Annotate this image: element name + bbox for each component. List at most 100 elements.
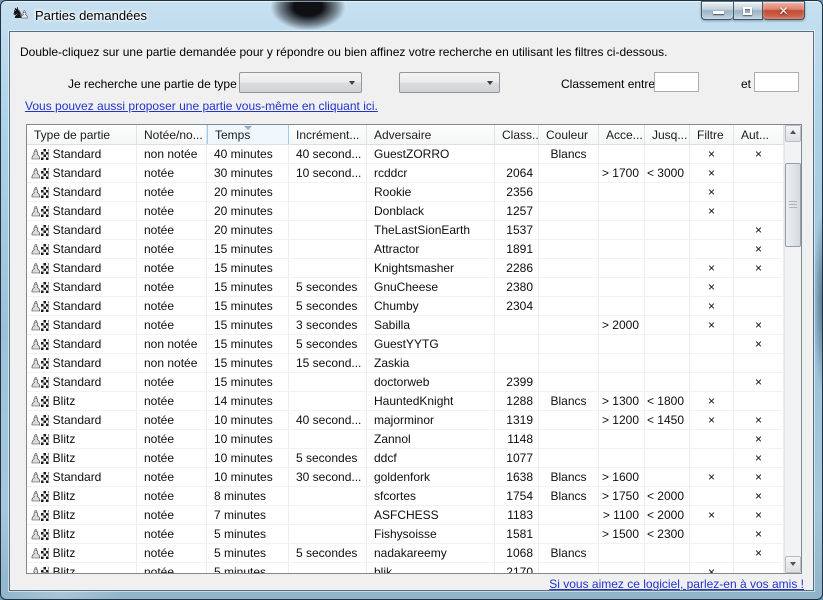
column-header-label: Class... (502, 128, 539, 142)
cell-color: Blancs (539, 392, 599, 410)
scrollbar-thumb[interactable] (785, 163, 801, 247)
cell-above: > 1750 (599, 487, 645, 505)
cell-rated: notée (137, 316, 207, 334)
cell-above (599, 202, 645, 220)
seek-row[interactable]: ♟Blitznotée8 minutessfcortes1754Blancs> … (27, 487, 784, 506)
cell-filter: × (690, 145, 734, 163)
cell-auto: × (734, 449, 784, 467)
column-header-rated[interactable]: Notée/no... (137, 125, 207, 144)
vertical-scrollbar[interactable] (784, 125, 801, 573)
cell-filter: × (690, 468, 734, 486)
game-subtype-select[interactable] (399, 72, 500, 93)
maximize-button[interactable] (733, 1, 763, 20)
cell-rated: notée (137, 411, 207, 429)
cell-time: 15 minutes (207, 335, 289, 353)
seek-row[interactable]: ♟Standardnotée15 minutesdoctorweb2399× (27, 373, 784, 392)
minimize-button[interactable] (701, 1, 733, 20)
propose-game-link[interactable]: Vous pouvez aussi proposer une partie vo… (25, 99, 378, 113)
cell-color: Blancs (539, 145, 599, 163)
seek-row[interactable]: ♟Standardnotée15 minutes5 secondesChumby… (27, 297, 784, 316)
cell-time: 5 minutes (207, 544, 289, 562)
seek-row[interactable]: ♟Standardnotée15 minutesKnightsmasher228… (27, 259, 784, 278)
cell-color (539, 240, 599, 258)
seek-row[interactable]: ♟Blitznotée5 minutes5 secondesnadakareem… (27, 544, 784, 563)
cell-above: > 1100 (599, 506, 645, 524)
cell-time: 20 minutes (207, 221, 289, 239)
titlebar[interactable]: ♞ ♟ Parties demandées ✕ (1, 1, 822, 31)
seek-row[interactable]: ♟Blitznotée10 minutesZannol1148× (27, 430, 784, 449)
column-header-color[interactable]: Couleur (539, 125, 599, 144)
seek-row[interactable]: ♟Blitznotée7 minutesASFCHESS1183> 1100< … (27, 506, 784, 525)
cell-increment: 40 second... (289, 411, 367, 429)
cell-color (539, 525, 599, 543)
cell-below (645, 468, 690, 486)
column-header-opponent[interactable]: Adversaire (367, 125, 495, 144)
cell-below (645, 563, 690, 573)
seek-row[interactable]: ♟Standardnotée30 minutes10 second...rcdd… (27, 164, 784, 183)
cell-filter (690, 430, 734, 448)
cell-time: 40 minutes (207, 145, 289, 163)
seek-row[interactable]: ♟Standardnotée20 minutesTheLastSionEarth… (27, 221, 784, 240)
cell-rated: notée (137, 392, 207, 410)
cell-time: 10 minutes (207, 449, 289, 467)
seek-row[interactable]: ♟Standardnotée15 minutesAttractor1891× (27, 240, 784, 259)
seek-row[interactable]: ♟Standardnotée20 minutesDonblack1257× (27, 202, 784, 221)
cell-time: 15 minutes (207, 373, 289, 391)
seek-row[interactable]: ♟Blitznotée14 minutesHauntedKnight1288Bl… (27, 392, 784, 411)
cell-color (539, 335, 599, 353)
seek-row[interactable]: ♟Standardnotée15 minutes5 secondesGnuChe… (27, 278, 784, 297)
seek-row[interactable]: ♟Blitznotée10 minutes5 secondesddcf1077× (27, 449, 784, 468)
cell-filter: × (690, 506, 734, 524)
seek-row[interactable]: ♟Standardnotée10 minutes30 second...gold… (27, 468, 784, 487)
seek-row[interactable]: ♟Standardnon notée40 minutes40 second...… (27, 145, 784, 164)
cell-rating: 2170 (495, 563, 539, 573)
cell-color (539, 563, 599, 573)
cell-type: ♟Blitz (27, 449, 137, 467)
cell-rating: 1638 (495, 468, 539, 486)
cell-rating (495, 335, 539, 353)
cell-auto: × (734, 487, 784, 505)
close-button[interactable]: ✕ (763, 1, 805, 20)
rating-between-label: Classement entre (561, 77, 655, 91)
seek-row[interactable]: ♟Standardnotée20 minutesRookie2356× (27, 183, 784, 202)
cell-time: 14 minutes (207, 392, 289, 410)
game-type-select[interactable] (239, 72, 362, 93)
column-header-filter[interactable]: Filtre (690, 125, 734, 144)
seek-row[interactable]: ♟Blitznotée5 minutesFishysoisse1581> 150… (27, 525, 784, 544)
cell-filter: × (690, 259, 734, 277)
scroll-down-button[interactable] (785, 556, 801, 573)
cell-type: ♟Blitz (27, 487, 137, 505)
cell-type: ♟Standard (27, 373, 137, 391)
cell-auto: × (734, 373, 784, 391)
rating-min-input[interactable] (654, 72, 699, 92)
cell-type: ♟Blitz (27, 525, 137, 543)
chess-pawn-board-icon: ♟ (30, 395, 49, 408)
cell-color (539, 278, 599, 296)
column-header-increment[interactable]: Incrément... (289, 125, 367, 144)
column-header-auto[interactable]: Aut... (734, 125, 784, 144)
column-header-rating[interactable]: Class... (495, 125, 539, 144)
cell-color (539, 297, 599, 315)
seek-row[interactable]: ♟Standardnotée15 minutes3 secondesSabill… (27, 316, 784, 335)
column-header-time[interactable]: Temps (207, 125, 289, 144)
table-header: Type de partieNotée/no...TempsIncrément.… (27, 125, 784, 145)
column-header-label: Aut... (741, 128, 769, 142)
column-header-type[interactable]: Type de partie (27, 125, 137, 144)
cell-above: > 1500 (599, 525, 645, 543)
cell-auto (734, 354, 784, 372)
column-header-below[interactable]: Jusq... (645, 125, 690, 144)
scroll-up-button[interactable] (785, 125, 801, 142)
cell-auto: × (734, 525, 784, 543)
cell-rated: non notée (137, 145, 207, 163)
seek-row[interactable]: ♟Standardnon notée15 minutes5 secondesGu… (27, 335, 784, 354)
rating-max-input[interactable] (754, 72, 799, 92)
cell-auto (734, 392, 784, 410)
tell-friends-link[interactable]: Si vous aimez ce logiciel, parlez-en à v… (549, 577, 804, 591)
seek-row[interactable]: ♟Standardnon notée15 minutes15 second...… (27, 354, 784, 373)
chess-pawn-board-icon: ♟ (30, 148, 49, 161)
seek-row[interactable]: ♟Standardnotée10 minutes40 second...majo… (27, 411, 784, 430)
cell-below (645, 373, 690, 391)
seek-row[interactable]: ♟Blitznotée5 minutesblik2170× (27, 563, 784, 573)
column-header-above[interactable]: Acce... (599, 125, 645, 144)
cell-opponent: majorminor (367, 411, 495, 429)
